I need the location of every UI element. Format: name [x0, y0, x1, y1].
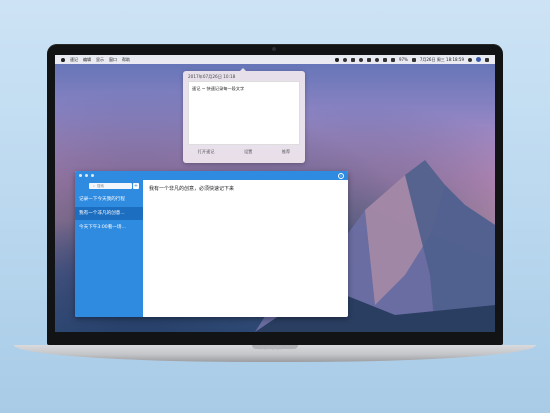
notes-sidebar: ⌕ 搜索 + 记录一下今天我的行程 我有一个非凡的创意... 今天下午3:00看… [75, 180, 143, 317]
note-editor[interactable]: 我有一个非凡的创意，必须快速记下来 [149, 185, 234, 192]
window-titlebar: i [75, 171, 348, 180]
battery-icon[interactable] [411, 57, 416, 62]
brand-logo: HUAWEI [259, 346, 283, 352]
app-status-icon[interactable] [334, 57, 339, 62]
menubar-clock[interactable]: 7月26日 周三 18:18:59 [420, 57, 464, 63]
search-placeholder: 搜索 [96, 183, 104, 188]
menubar: 速记 编辑 显示 窗口 帮助 97% 7月26日 周三 18:18:59 [55, 55, 495, 64]
menu-item-help[interactable]: 帮助 [122, 57, 130, 63]
minimize-button[interactable] [85, 174, 88, 177]
search-input[interactable]: ⌕ 搜索 [89, 183, 132, 189]
menu-item-edit[interactable]: 编辑 [83, 57, 91, 63]
recommend-button[interactable]: 推荐 [282, 149, 290, 155]
list-item[interactable]: 今天下午3:00看一场... [75, 221, 143, 234]
popover-note-field[interactable]: 速记 ~ 快速记录每一段文字 [188, 81, 300, 145]
status-icon-5[interactable] [374, 57, 379, 62]
popover-date: 2017年07月26日 10:18 [188, 74, 236, 79]
close-button[interactable] [79, 174, 82, 177]
laptop-lid: 速记 编辑 显示 窗口 帮助 97% 7月26日 周三 18:18:59 201… [47, 44, 503, 345]
avatar[interactable] [476, 57, 481, 62]
quick-note-popover: 2017年07月26日 10:18 速记 ~ 快速记录每一段文字 打开速记 设置… [183, 68, 305, 163]
status-icon-3[interactable] [358, 57, 363, 62]
list-item[interactable]: 我有一个非凡的创意... [75, 207, 143, 220]
info-icon[interactable]: i [338, 173, 344, 179]
menu-item-view[interactable]: 显示 [96, 57, 104, 63]
settings-button[interactable]: 设置 [244, 149, 252, 155]
menu-item-window[interactable]: 窗口 [109, 57, 117, 63]
popover-actions: 打开速记 设置 推荐 [183, 149, 305, 155]
zoom-button[interactable] [91, 174, 94, 177]
wifi-icon[interactable] [382, 57, 387, 62]
status-icon-4[interactable] [366, 57, 371, 62]
search-icon[interactable] [468, 57, 472, 62]
notification-center-icon[interactable] [485, 57, 489, 62]
battery-percent[interactable]: 97% [399, 57, 408, 62]
volume-icon[interactable] [390, 57, 395, 62]
status-icon-2[interactable] [350, 57, 355, 62]
app-window: i ⌕ 搜索 + 记录一下今天我的行程 我有一个非凡的创意... 今天下午3:0… [75, 171, 348, 317]
add-note-button[interactable]: + [133, 183, 139, 189]
list-item[interactable]: 记录一下今天我的行程 [75, 193, 143, 206]
open-note-button[interactable]: 打开速记 [198, 149, 215, 155]
menu-item-app[interactable]: 速记 [70, 57, 78, 63]
status-icon-1[interactable] [342, 57, 347, 62]
search-icon: ⌕ [93, 184, 95, 188]
apple-icon[interactable] [61, 57, 65, 62]
screen: 速记 编辑 显示 窗口 帮助 97% 7月26日 周三 18:18:59 201… [55, 55, 495, 332]
camera [272, 47, 276, 51]
